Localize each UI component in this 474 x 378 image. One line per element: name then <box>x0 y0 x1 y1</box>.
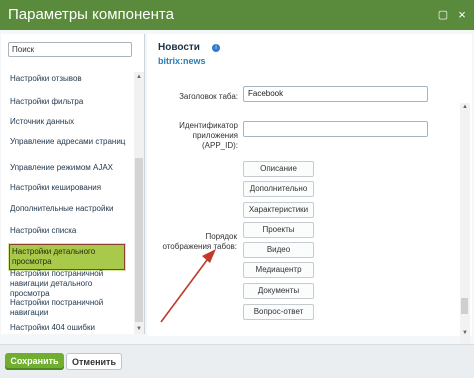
maximize-icon[interactable]: ▢ <box>437 9 449 21</box>
window-title: Параметры компонента <box>8 6 174 23</box>
dialog-content: Поиск Настройки отзывов Настройки фильтр… <box>0 30 474 361</box>
save-button[interactable]: Сохранить <box>5 353 64 370</box>
dialog-footer: Сохранить Отменить <box>0 344 474 378</box>
close-icon[interactable]: × <box>456 8 468 21</box>
annotation-arrow-icon <box>160 249 216 323</box>
cancel-button[interactable]: Отменить <box>66 353 122 370</box>
window-titlebar: Параметры компонента ▢ × <box>0 0 474 30</box>
